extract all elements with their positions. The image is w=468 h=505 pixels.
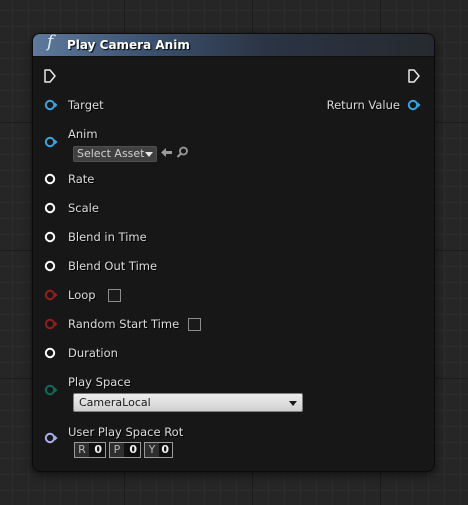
yaw-value: 0 [161,443,169,456]
play-space-select[interactable]: CameraLocal [73,393,303,412]
yaw-key-label: Y [145,443,159,457]
scale-pin-icon[interactable] [44,202,58,214]
return-value-label: Return Value [326,98,400,112]
pitch-value: 0 [129,443,137,456]
random-start-time-checkbox[interactable] [188,318,201,331]
rot-roll-field[interactable]: R 0 [74,442,106,458]
play-space-label: Play Space [68,375,131,389]
scale-label: Scale [68,201,99,215]
user-play-space-rot-label: User Play Space Rot [68,425,184,439]
loop-pin-icon[interactable] [44,289,58,301]
play-space-pin-icon[interactable] [44,384,58,396]
anim-pin-icon[interactable] [44,136,58,148]
random-start-time-pin-icon[interactable] [44,318,58,330]
user-play-space-rot-pin-icon[interactable] [44,432,58,444]
rot-yaw-field[interactable]: Y 0 [144,442,173,458]
chevron-down-icon [289,401,297,406]
target-label: Target [68,98,104,112]
roll-value: 0 [94,443,102,456]
blend-in-time-label: Blend in Time [68,230,147,244]
exec-in-icon[interactable] [44,69,56,83]
exec-out-icon[interactable] [408,69,420,83]
pitch-key-label: P [110,443,124,457]
browse-search-icon[interactable] [176,146,189,159]
anim-label: Anim [68,127,98,141]
rate-pin-icon[interactable] [44,173,58,185]
function-icon: f [47,32,54,52]
random-start-time-label: Random Start Time [68,317,180,331]
target-pin-icon[interactable] [44,99,58,111]
node-title: Play Camera Anim [67,38,190,52]
chevron-down-icon [145,152,153,157]
return-value-pin-icon[interactable] [407,99,421,111]
use-selected-arrow-icon[interactable] [160,146,173,159]
duration-label: Duration [68,346,118,360]
rate-label: Rate [68,172,95,186]
blend-out-time-label: Blend Out Time [68,259,158,273]
play-space-value: CameraLocal [79,396,151,409]
loop-label: Loop [68,288,96,302]
loop-checkbox[interactable] [108,289,121,302]
duration-pin-icon[interactable] [44,347,58,359]
play-camera-anim-node[interactable]: f Play Camera Anim Target Return Value A… [33,32,434,471]
rot-pitch-field[interactable]: P 0 [109,442,141,458]
blend-out-time-pin-icon[interactable] [44,260,58,272]
blend-in-time-pin-icon[interactable] [44,231,58,243]
roll-key-label: R [75,443,89,457]
node-header[interactable]: f Play Camera Anim [33,32,434,57]
select-asset-label: Select Asset [77,147,145,160]
select-asset-dropdown[interactable]: Select Asset [73,146,157,162]
